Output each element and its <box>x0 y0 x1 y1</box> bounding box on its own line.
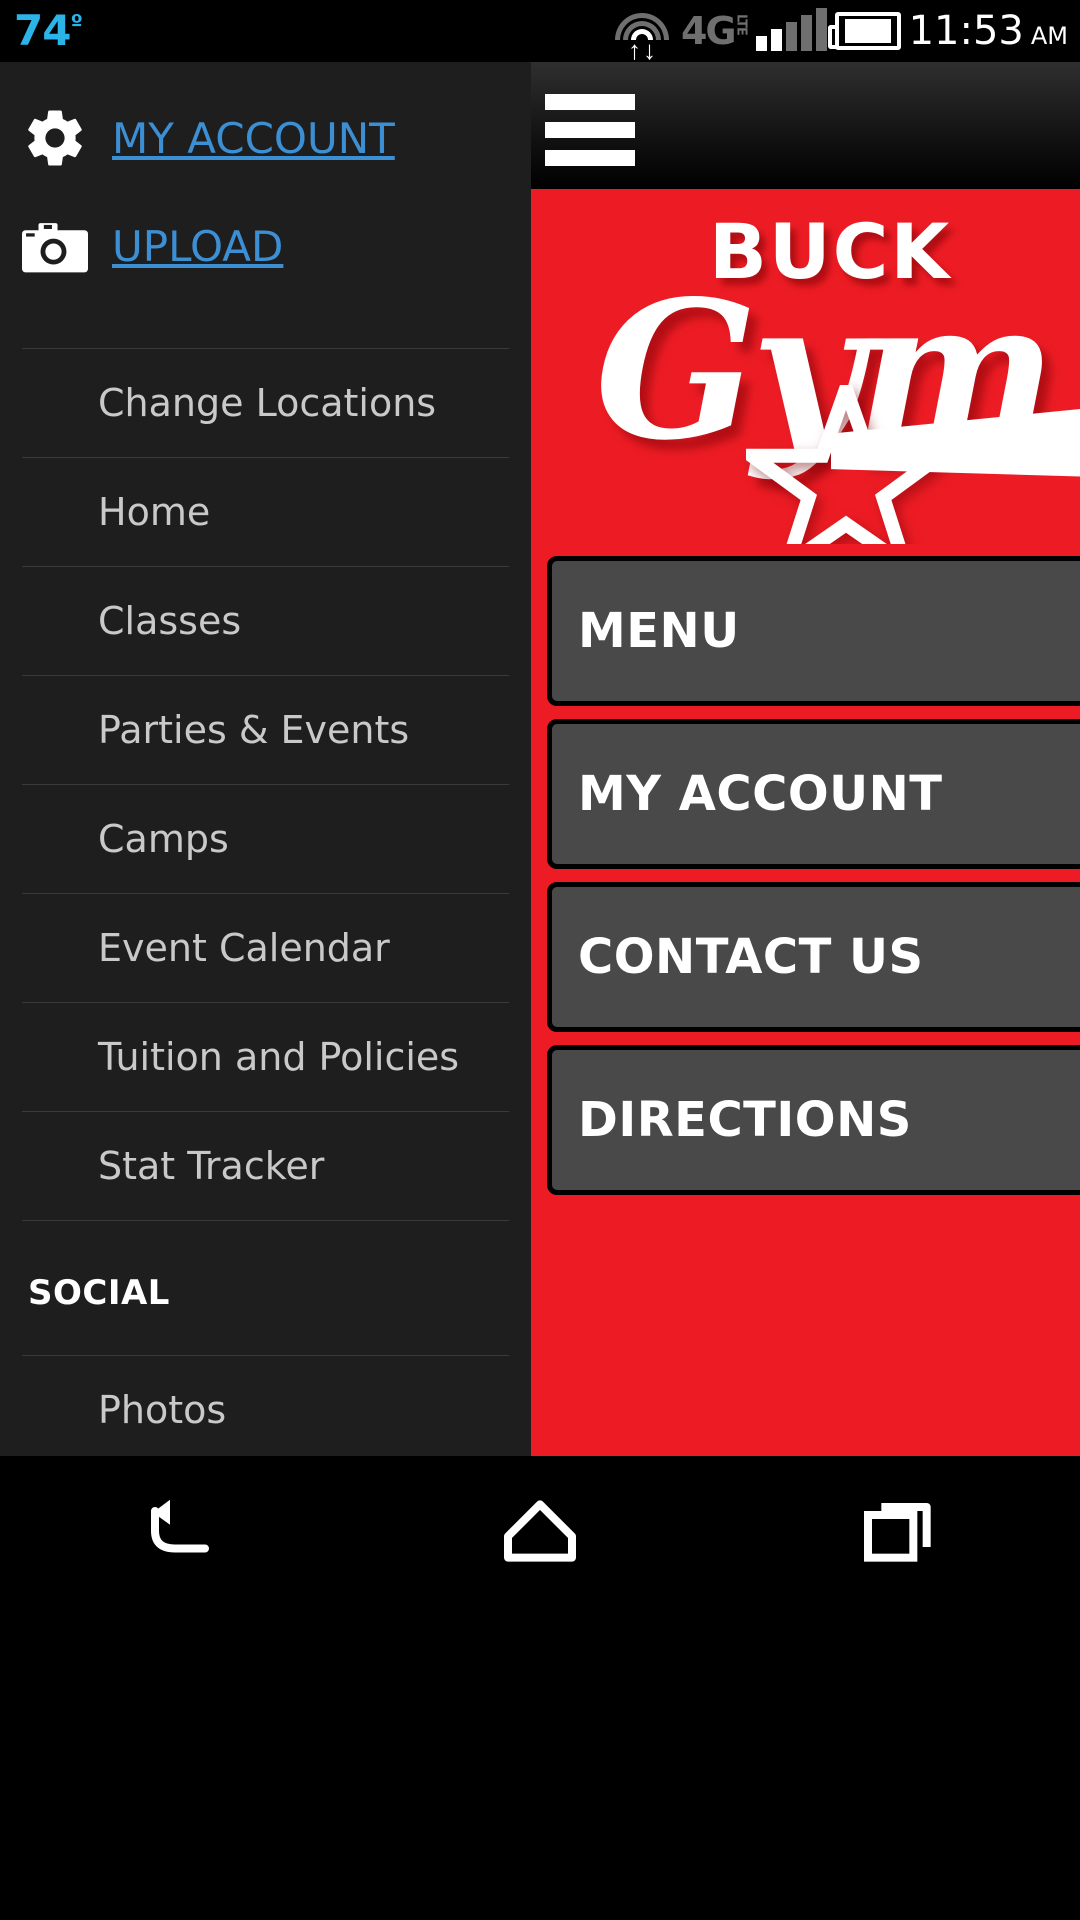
drawer-item-stat-tracker[interactable]: Stat Tracker <box>0 1112 531 1220</box>
button-label: DIRECTIONS <box>578 1092 912 1148</box>
drawer-my-account-label: MY ACCOUNT <box>112 113 395 163</box>
drawer-upload-label: UPLOAD <box>112 221 284 271</box>
drawer-item-home[interactable]: Home <box>0 458 531 566</box>
clock: 11:53 AM <box>909 8 1068 54</box>
drawer-item-tuition-and-policies[interactable]: Tuition and Policies <box>0 1003 531 1111</box>
signal-bars-icon <box>755 8 827 51</box>
drawer-item-change-locations[interactable]: Change Locations <box>0 349 531 457</box>
app-bar <box>531 62 1080 189</box>
home-icon[interactable] <box>480 1481 600 1581</box>
drawer-my-account-link[interactable]: MY ACCOUNT <box>0 84 531 192</box>
drawer-item-label: Camps <box>98 817 229 861</box>
drawer-item-classes[interactable]: Classes <box>0 567 531 675</box>
hamburger-menu-icon[interactable] <box>545 94 635 178</box>
data-transfer-icon: ↑ ↓ <box>627 35 656 65</box>
gear-icon <box>22 105 88 171</box>
button-contact-us[interactable]: CONTACT US <box>547 882 1080 1032</box>
battery-icon <box>827 12 901 50</box>
drawer-item-label: Home <box>98 490 211 534</box>
drawer-section-social: SOCIAL <box>28 1273 170 1313</box>
recents-icon[interactable] <box>840 1481 960 1581</box>
drawer-item-label: Change Locations <box>98 381 437 425</box>
temperature-value: 74 <box>14 6 71 55</box>
drawer-upload-link[interactable]: UPLOAD <box>0 192 531 300</box>
button-my-account[interactable]: MY ACCOUNT <box>547 719 1080 869</box>
button-label: CONTACT US <box>578 929 924 985</box>
drawer-item-label: Stat Tracker <box>98 1144 325 1188</box>
camera-icon <box>22 221 88 273</box>
drawer-item-label: Classes <box>98 599 242 643</box>
navigation-drawer: MY ACCOUNT UPLOAD Change Locations Home … <box>0 62 531 1456</box>
temperature-indicator: 74º <box>14 10 83 52</box>
drawer-item-label: Tuition and Policies <box>98 1035 460 1079</box>
button-directions[interactable]: DIRECTIONS <box>547 1045 1080 1195</box>
clock-ampm: AM <box>1030 22 1068 50</box>
clock-time: 11:53 <box>908 8 1024 54</box>
button-label: MENU <box>578 603 740 659</box>
back-icon[interactable] <box>120 1481 240 1581</box>
status-icons: ↑ ↓ 4G LTE 11:53 AM <box>611 0 1080 63</box>
status-bar: 74º ↑ ↓ 4G LTE 11:53 AM <box>0 0 1080 63</box>
drawer-item-camps[interactable]: Camps <box>0 785 531 893</box>
network-type-indicator: 4G LTE <box>680 9 749 53</box>
system-navigation-bar <box>0 1456 1080 1920</box>
network-label: 4G <box>680 9 737 53</box>
degree-symbol: º <box>70 11 82 36</box>
button-menu[interactable]: MENU <box>547 556 1080 706</box>
drawer-item-event-calendar[interactable]: Event Calendar <box>0 894 531 1002</box>
drawer-item-parties-events[interactable]: Parties & Events <box>0 676 531 784</box>
network-sublabel: LTE <box>733 14 749 35</box>
wifi-icon: ↑ ↓ <box>611 6 673 63</box>
drawer-item-photos[interactable]: Photos <box>0 1356 531 1456</box>
phone-screen: 74º ↑ ↓ 4G LTE 11:53 AM MY ACCOUNT UPLOA… <box>0 0 1080 1920</box>
drawer-item-label: Photos <box>98 1388 227 1432</box>
brand-logo: BUCK Gym <box>531 189 1080 544</box>
button-label: MY ACCOUNT <box>578 766 943 822</box>
page-content: BUCK Gym MENU MY ACCOUNT CONTACT US DIRE… <box>531 62 1080 1456</box>
drawer-item-label: Parties & Events <box>98 708 410 752</box>
drawer-item-label: Event Calendar <box>98 926 390 970</box>
